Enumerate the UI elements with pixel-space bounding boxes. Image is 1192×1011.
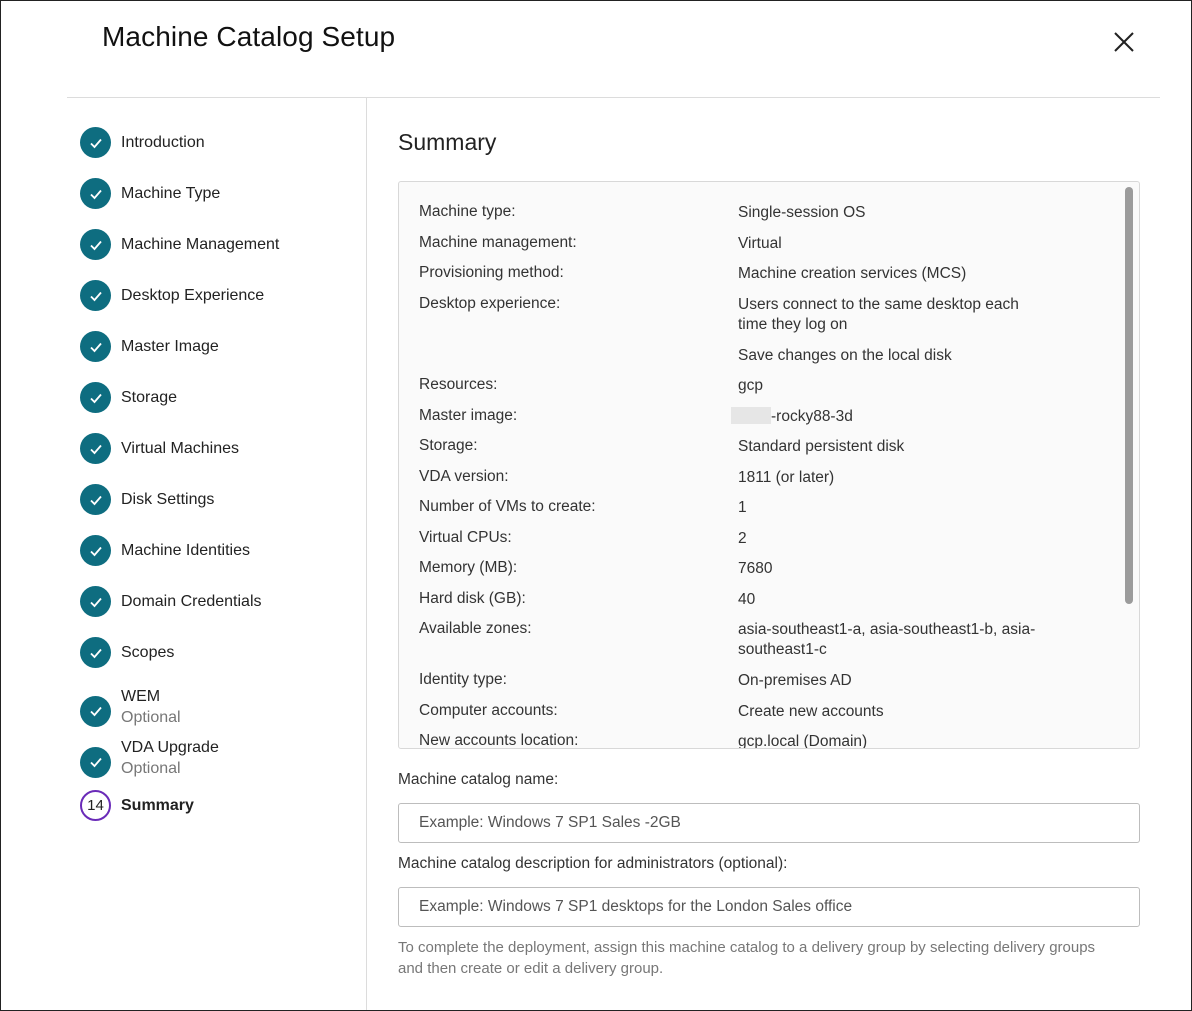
check-icon (80, 433, 111, 464)
step-label: Virtual Machines (121, 440, 239, 457)
summary-key: Hard disk (GB): (419, 590, 526, 607)
summary-key: VDA version: (419, 468, 509, 485)
summary-value: 7680 (738, 560, 773, 577)
summary-value: On-premises AD (738, 672, 852, 689)
check-icon (80, 637, 111, 668)
catalog-name-label: Machine catalog name: (398, 771, 559, 788)
summary-key: New accounts location: (419, 732, 579, 749)
summary-key: Identity type: (419, 671, 507, 688)
step-label: Machine Identities (121, 542, 250, 559)
step-machine-management[interactable]: Machine Management (80, 229, 279, 265)
summary-value: Standard persistent disk (738, 438, 905, 455)
step-disk-settings[interactable]: Disk Settings (80, 484, 214, 520)
summary-key: Provisioning method: (419, 264, 564, 281)
step-label: Machine Type (121, 185, 221, 202)
summary-value: 1811 (or later) (738, 469, 835, 486)
summary-value: 2 (738, 530, 747, 547)
step-label: Master Image (121, 338, 219, 355)
step-virtual-machines[interactable]: Virtual Machines (80, 433, 239, 469)
summary-key: Memory (MB): (419, 559, 518, 576)
summary-key: Storage: (419, 437, 478, 454)
summary-panel: Machine type: Single-session OS Machine … (398, 181, 1140, 749)
step-label: WEM (121, 688, 161, 705)
header-divider (67, 97, 1160, 98)
sidebar-divider (366, 98, 367, 1010)
summary-value: Machine creation services (MCS) (738, 265, 967, 282)
step-label: Introduction (121, 134, 205, 151)
summary-value: 1 (738, 499, 747, 516)
summary-key: Number of VMs to create: (419, 498, 596, 515)
step-sublabel: Optional (121, 760, 181, 777)
step-label: Domain Credentials (121, 593, 262, 610)
catalog-name-input[interactable] (398, 803, 1140, 843)
close-button[interactable] (1111, 29, 1137, 55)
section-title: Summary (398, 129, 497, 155)
step-label: Machine Management (121, 236, 280, 253)
step-label: Scopes (121, 644, 175, 661)
check-icon (80, 178, 111, 209)
redacted-region (731, 407, 771, 424)
summary-value: Single-session OS (738, 204, 866, 221)
check-icon (80, 695, 111, 727)
summary-key: Machine type: (419, 203, 516, 220)
check-icon (80, 535, 111, 566)
summary-value: Virtual (738, 235, 782, 252)
summary-value: gcp (738, 377, 763, 394)
summary-key: Resources: (419, 376, 498, 393)
summary-key: Computer accounts: (419, 702, 558, 719)
step-master-image[interactable]: Master Image (80, 331, 219, 367)
summary-value: gcp.local (Domain) (738, 733, 868, 749)
dialog-title: Machine Catalog Setup (102, 21, 396, 52)
catalog-description-label: Machine catalog description for administ… (398, 855, 788, 872)
summary-scrollbar[interactable] (1125, 187, 1133, 604)
summary-key: Master image: (419, 407, 518, 424)
step-desktop-experience[interactable]: Desktop Experience (80, 280, 264, 316)
summary-value: Save changes on the local disk (738, 347, 952, 364)
check-icon (80, 586, 111, 617)
check-icon (80, 331, 111, 362)
step-label: Desktop Experience (121, 287, 265, 304)
check-icon (80, 229, 111, 260)
step-label: Storage (121, 389, 178, 406)
catalog-description-input[interactable] (398, 887, 1140, 927)
step-introduction[interactable]: Introduction (80, 127, 205, 163)
summary-key: Machine management: (419, 234, 577, 251)
check-icon (80, 484, 111, 515)
step-vda-upgrade[interactable]: VDA Upgrade Optional (80, 739, 219, 785)
step-machine-identities[interactable]: Machine Identities (80, 535, 250, 571)
step-sublabel: Optional (121, 709, 181, 726)
step-wem[interactable]: WEM Optional (80, 688, 181, 734)
step-machine-type[interactable]: Machine Type (80, 178, 220, 214)
summary-key: Desktop experience: (419, 295, 561, 312)
summary-key: Virtual CPUs: (419, 529, 512, 546)
check-icon (80, 746, 111, 778)
deployment-hint: To complete the deployment, assign this … (398, 939, 1096, 977)
machine-catalog-setup-dialog: Machine Catalog Setup Introduction Machi… (0, 0, 1192, 1011)
step-number-badge: 14 (80, 790, 111, 821)
step-label: Disk Settings (121, 491, 215, 508)
summary-value: 40 (738, 591, 756, 608)
check-icon (80, 382, 111, 413)
check-icon (80, 280, 111, 311)
summary-value: -rocky88-3d (771, 408, 853, 425)
step-summary[interactable]: 14 Summary (80, 790, 194, 826)
step-domain-credentials[interactable]: Domain Credentials (80, 586, 262, 622)
summary-key: Available zones: (419, 620, 532, 637)
summary-value: asia-southeast1-a, asia-southeast1-b, as… (738, 621, 1036, 658)
step-label: VDA Upgrade (121, 739, 219, 756)
check-icon (80, 127, 111, 158)
step-storage[interactable]: Storage (80, 382, 177, 418)
step-label: Summary (121, 797, 194, 814)
step-scopes[interactable]: Scopes (80, 637, 174, 673)
summary-value: Create new accounts (738, 703, 884, 720)
summary-value: Users connect to the same desktop each t… (738, 296, 1019, 333)
close-icon (1114, 32, 1134, 52)
